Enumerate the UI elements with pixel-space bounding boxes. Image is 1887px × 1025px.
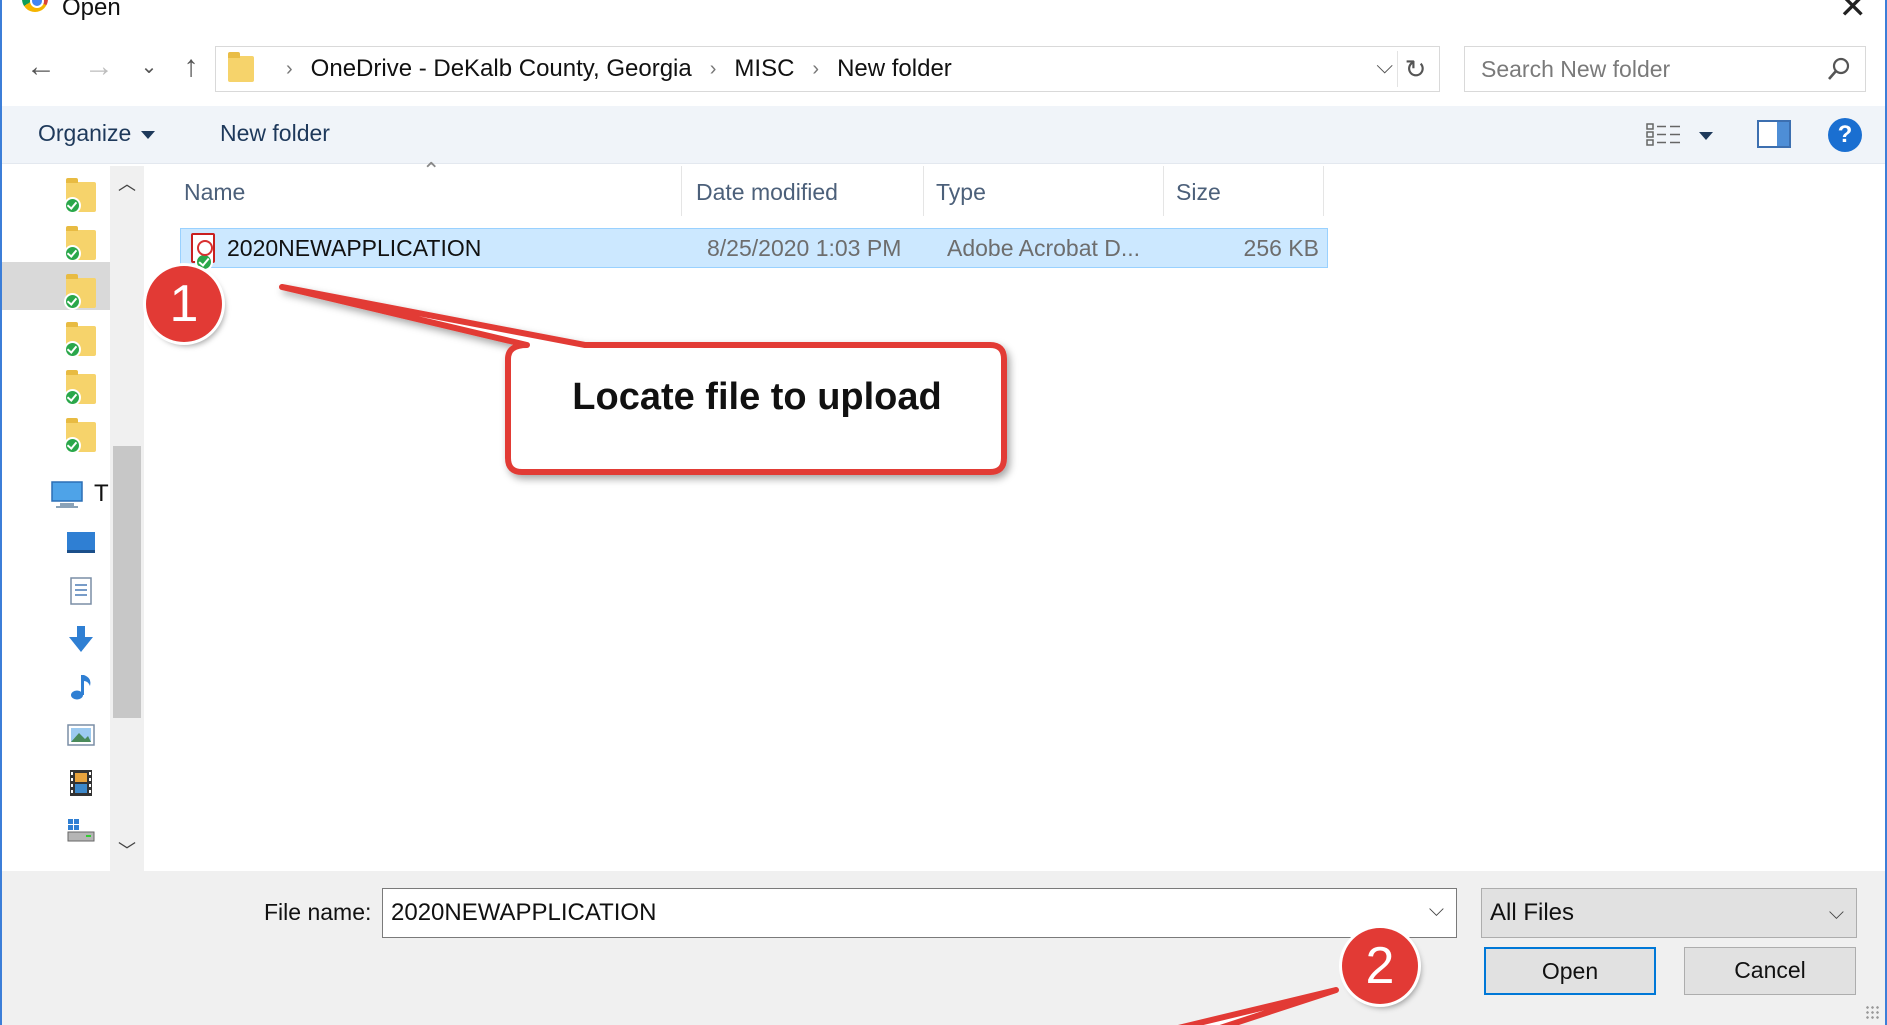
forward-arrow-icon[interactable]: → [82, 50, 116, 84]
breadcrumb-misc[interactable]: MISC [734, 55, 794, 83]
open-file-dialog: Open ✕ ← → ⌄ ↑ › OneDrive - DeKalb Count… [0, 0, 1887, 1025]
open-button[interactable]: Open [1484, 947, 1656, 995]
callout-text: Locate file to upload [572, 376, 942, 418]
nav-scrollbar[interactable]: ︿ ﹀ [110, 166, 144, 871]
file-type-select[interactable]: All Files ⌵ [1481, 888, 1857, 938]
videos-icon[interactable] [66, 768, 96, 798]
sync-check-icon [64, 197, 81, 214]
onedrive-folder-icon[interactable] [64, 274, 96, 310]
file-name-label: File name: [264, 899, 372, 925]
column-header-type[interactable]: Type [924, 166, 1164, 216]
file-name-combobox[interactable]: ⌵ [382, 888, 1457, 938]
desktop-icon[interactable] [66, 528, 96, 558]
file-size: 256 KB [1243, 235, 1319, 261]
onedrive-folder-icon[interactable] [64, 370, 96, 406]
breadcrumb-separator-icon: › [812, 57, 820, 80]
title-bar: Open ✕ [2, 0, 1885, 24]
pdf-icon [191, 233, 215, 271]
downloads-icon[interactable] [66, 624, 96, 654]
folder-icon [228, 52, 254, 82]
file-type-value: All Files [1490, 899, 1575, 926]
step-1-badge: 1 [146, 266, 222, 342]
this-pc-label[interactable]: T [94, 480, 109, 508]
view-options-icon[interactable] [1646, 122, 1682, 148]
local-disk-icon[interactable] [66, 816, 96, 846]
cancel-button[interactable]: Cancel [1684, 947, 1856, 995]
chevron-down-icon[interactable]: ⌵ [1829, 889, 1844, 937]
breadcrumb: › OneDrive - DeKalb County, Georgia › MI… [268, 47, 952, 91]
chevron-down-icon[interactable]: ⌵ [1429, 899, 1444, 922]
column-header-date-modified[interactable]: Date modified [684, 166, 924, 216]
sync-check-icon [64, 341, 81, 358]
search-box[interactable] [1464, 46, 1866, 92]
sync-check-icon [64, 389, 81, 406]
preview-pane-icon[interactable] [1757, 120, 1791, 148]
new-folder-button[interactable]: New folder [220, 120, 330, 147]
organize-button[interactable]: Organize [38, 120, 156, 147]
dialog-footer: File name: ⌵ All Files ⌵ Open Cancel [2, 871, 1885, 1025]
close-icon[interactable]: ✕ [1839, 0, 1868, 24]
sync-check-icon [64, 293, 81, 310]
address-row: ← → ⌄ ↑ › OneDrive - DeKalb County, Geor… [2, 42, 1885, 92]
navigation-pane: T ︿ ﹀ [2, 166, 144, 871]
scroll-up-icon[interactable]: ︿ [118, 170, 136, 196]
breadcrumb-separator-icon: › [709, 57, 717, 80]
window-title: Open [62, 0, 121, 21]
this-pc-icon[interactable] [50, 480, 84, 510]
organize-label: Organize [38, 120, 132, 146]
pictures-icon[interactable] [66, 720, 96, 750]
sync-check-icon [64, 437, 81, 454]
step-2-badge: 2 [1342, 928, 1418, 1004]
address-bar[interactable]: › OneDrive - DeKalb County, Georgia › MI… [215, 46, 1440, 92]
sync-check-icon [64, 245, 81, 262]
file-name-input[interactable] [383, 889, 1403, 937]
file-row[interactable]: 2020NEWAPPLICATION 8/25/2020 1:03 PM Ado… [180, 228, 1328, 271]
onedrive-folder-icon[interactable] [64, 178, 96, 214]
onedrive-folder-icon[interactable] [64, 418, 96, 454]
file-type: Adobe Acrobat D... [947, 235, 1141, 261]
column-header-size[interactable]: Size [1164, 166, 1324, 216]
column-header-name[interactable]: Name [172, 166, 682, 216]
caret-down-icon [141, 130, 156, 139]
breadcrumb-new-folder[interactable]: New folder [837, 55, 952, 83]
search-input[interactable] [1465, 47, 1805, 91]
recent-locations-chevron-icon[interactable]: ⌄ [132, 50, 166, 84]
search-icon[interactable] [1825, 55, 1853, 83]
documents-icon[interactable] [66, 576, 96, 606]
back-arrow-icon[interactable]: ← [24, 50, 58, 84]
refresh-icon[interactable]: ↻ [1397, 51, 1433, 87]
up-arrow-icon[interactable]: ↑ [174, 50, 208, 84]
onedrive-folder-icon[interactable] [64, 226, 96, 262]
scrollbar-thumb[interactable] [113, 446, 141, 718]
breadcrumb-onedrive[interactable]: OneDrive - DeKalb County, Georgia [311, 55, 692, 83]
command-bar: Organize New folder ? [2, 106, 1885, 164]
chrome-icon [22, 0, 48, 12]
view-dropdown-caret-icon[interactable] [1699, 132, 1713, 140]
help-icon[interactable]: ? [1828, 118, 1862, 152]
file-list: ⌃ Name Date modified Type Size 2020NEWAP… [144, 158, 1885, 871]
file-date-modified: 8/25/2020 1:03 PM [707, 235, 902, 261]
resize-grip-icon[interactable] [1865, 1005, 1879, 1019]
music-icon[interactable] [66, 672, 96, 702]
onedrive-folder-icon[interactable] [64, 322, 96, 358]
chevron-down-icon[interactable]: ⌵ [1376, 53, 1393, 79]
scroll-down-icon[interactable]: ﹀ [118, 837, 136, 863]
breadcrumb-separator-icon: › [286, 57, 293, 80]
file-name: 2020NEWAPPLICATION [227, 235, 482, 261]
